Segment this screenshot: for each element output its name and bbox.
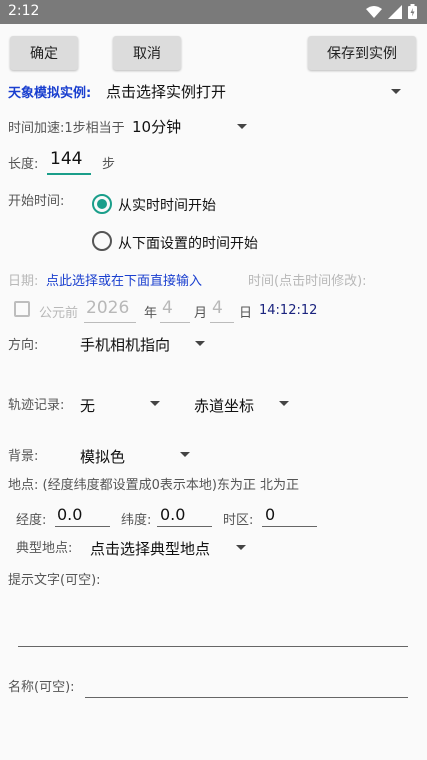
length-underline — [47, 173, 91, 175]
track-value: 无 — [80, 397, 96, 415]
coord-value: 赤道坐标 — [194, 397, 255, 415]
bc-label: 公元前 — [39, 306, 79, 321]
length-label: 长度: — [8, 157, 39, 172]
chevron-down-icon — [150, 401, 160, 406]
chevron-down-icon — [391, 89, 401, 94]
speed-value: 10分钟 — [132, 118, 182, 136]
day-unit: 日 — [239, 306, 253, 321]
latitude-input[interactable]: 0.0 — [160, 505, 185, 524]
track-label: 轨迹记录: — [8, 398, 65, 413]
date-label: 日期: — [8, 274, 39, 289]
month-unit: 月 — [194, 306, 208, 321]
start-realtime-label: 从实时时间开始 — [118, 198, 216, 214]
direction-value: 手机相机指向 — [80, 336, 171, 354]
longitude-underline — [55, 526, 110, 527]
typical-location-label: 典型地点: — [16, 541, 73, 556]
chevron-down-icon — [180, 452, 190, 457]
chevron-down-icon — [237, 124, 247, 129]
status-bar: 2:12 — [0, 0, 427, 24]
month-input[interactable]: 4 — [162, 298, 173, 318]
month-underline — [160, 322, 190, 323]
length-input[interactable]: 144 — [50, 149, 82, 169]
bc-checkbox[interactable] — [14, 301, 30, 317]
latitude-underline — [157, 526, 212, 527]
hint-text-label: 提示文字(可空): — [8, 573, 101, 588]
timezone-input[interactable]: 0 — [265, 505, 275, 524]
status-icons — [366, 4, 417, 19]
typical-location-value: 点击选择典型地点 — [90, 540, 211, 558]
example-label: 天象模拟实例: — [8, 86, 92, 101]
chevron-down-icon — [195, 341, 205, 346]
timezone-underline — [262, 526, 317, 527]
direction-label: 方向: — [8, 338, 39, 353]
chevron-down-icon — [279, 401, 289, 406]
location-label: 地点: (经度纬度都设置成0表示本地)东为正 北为正 — [8, 478, 300, 493]
name-underline — [85, 697, 408, 698]
battery-icon — [408, 4, 417, 19]
background-value: 模拟色 — [80, 448, 126, 466]
start-time-label: 开始时间: — [8, 194, 65, 209]
latitude-label: 纬度: — [121, 513, 152, 528]
year-unit: 年 — [144, 306, 158, 321]
speed-label: 时间加速:1步相当于 — [8, 121, 125, 136]
radio-unchecked-icon — [92, 231, 112, 251]
length-unit: 步 — [102, 157, 116, 172]
name-label: 名称(可空): — [8, 680, 75, 695]
signal-icon — [388, 4, 402, 19]
date-pick-link[interactable]: 点此选择或在下面直接输入 — [46, 270, 202, 289]
radio-checked-icon — [92, 194, 112, 214]
wifi-icon — [366, 5, 382, 18]
ok-button[interactable]: 确定 — [10, 36, 78, 70]
longitude-label: 经度: — [16, 513, 47, 528]
status-time: 2:12 — [8, 3, 40, 19]
cancel-button[interactable]: 取消 — [113, 36, 181, 70]
year-input[interactable]: 2026 — [86, 298, 129, 318]
day-underline — [210, 322, 234, 323]
year-underline — [84, 322, 136, 323]
example-value: 点击选择实例打开 — [106, 83, 227, 101]
longitude-input[interactable]: 0.0 — [57, 505, 82, 524]
chevron-down-icon — [236, 545, 246, 550]
save-to-example-button[interactable]: 保存到实例 — [308, 36, 416, 70]
time-hint-label: 时间(点击时间修改): — [248, 274, 367, 289]
timezone-label: 时区: — [223, 513, 254, 528]
hint-text-underline — [18, 646, 408, 647]
day-input[interactable]: 4 — [212, 298, 223, 318]
start-custom-label: 从下面设置的时间开始 — [118, 236, 258, 252]
clock-value[interactable]: 14:12:12 — [259, 303, 317, 318]
background-label: 背景: — [8, 449, 39, 464]
